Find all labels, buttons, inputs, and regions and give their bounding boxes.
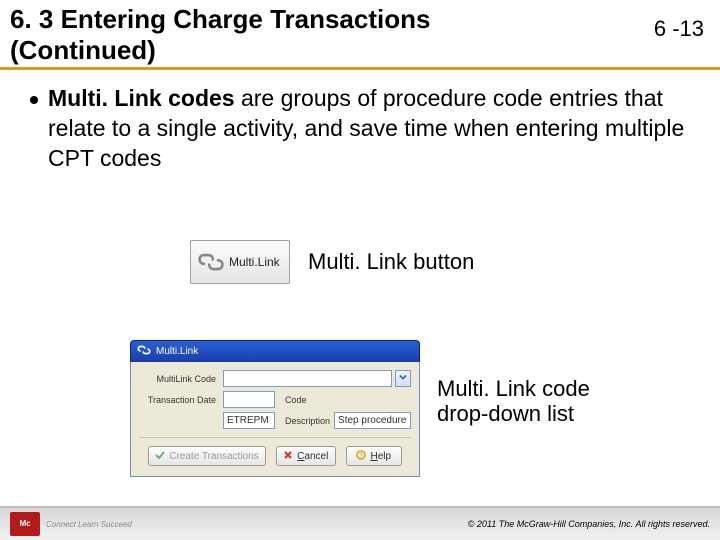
link-icon [137, 343, 151, 360]
link-icon [197, 248, 225, 276]
slide-title: 6. 3 Entering Charge Transactions (Conti… [10, 4, 570, 65]
multilink-button[interactable]: Multi.Link [190, 240, 290, 284]
help-icon: ? [356, 450, 366, 463]
code-input[interactable]: ETREPM [223, 412, 275, 429]
dialog-title: Multi.Link [156, 346, 198, 357]
transaction-date-label: Transaction Date [139, 395, 219, 405]
multilink-code-label: MultiLink Code [139, 374, 219, 384]
chevron-down-icon [399, 373, 407, 384]
check-icon [155, 450, 165, 463]
dialog-caption: Multi. Link code drop-down list [437, 376, 627, 427]
copyright: © 2011 The McGraw-Hill Companies, Inc. A… [468, 519, 710, 529]
transaction-date-input[interactable] [223, 391, 275, 408]
create-transactions-label: Create Transactions [169, 451, 259, 462]
description-input[interactable]: Step procedure [334, 412, 411, 429]
create-transactions-button[interactable]: Create Transactions [148, 446, 266, 466]
bullet-text: Multi. Link codes are groups of procedur… [48, 84, 690, 174]
footer-tagline: Connect Learn Succeed [46, 520, 132, 529]
multilink-button-caption: Multi. Link button [308, 249, 474, 275]
x-icon [283, 450, 293, 463]
multilink-code-dropdown-button[interactable] [395, 370, 411, 387]
dialog-titlebar: Multi.Link [130, 340, 420, 362]
svg-text:?: ? [360, 453, 364, 460]
code-label: Code [285, 395, 307, 405]
bullet-item: Multi. Link codes are groups of procedur… [30, 84, 690, 174]
help-label-rest: elp [378, 451, 391, 462]
footer: Mc Connect Learn Succeed © 2011 The McGr… [0, 506, 720, 540]
page-number: 6 -13 [654, 16, 704, 42]
multilink-dialog: Multi.Link MultiLink Code Transaction Da… [130, 340, 420, 477]
description-label: Description [285, 416, 330, 426]
help-button[interactable]: ? Help [346, 446, 402, 466]
multilink-button-label: Multi.Link [229, 255, 280, 269]
cancel-button[interactable]: Cancel [276, 446, 336, 466]
publisher-logo: Mc [10, 512, 40, 536]
bullet-bold: Multi. Link codes [48, 85, 235, 111]
multilink-code-input[interactable] [223, 370, 392, 387]
cancel-label-rest: ancel [304, 451, 328, 462]
bullet-dot-icon [30, 96, 38, 104]
